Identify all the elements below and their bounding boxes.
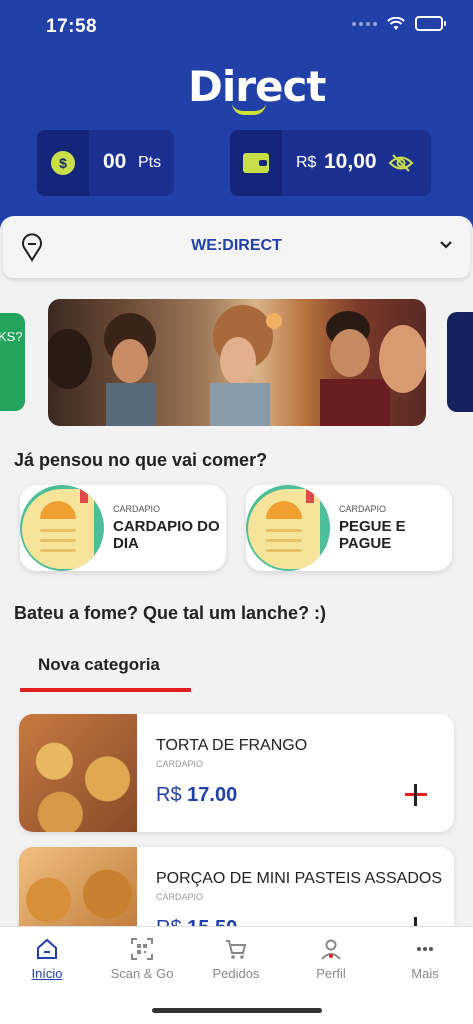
eye-off-icon[interactable]: [388, 152, 414, 174]
product-category: CARDAPIO: [156, 892, 204, 902]
points-value: 00: [103, 150, 127, 173]
product-price: R$ 17.00: [156, 784, 238, 806]
menu-icon: [20, 485, 104, 571]
signal-icon: [352, 21, 377, 26]
product-category: CARDAPIO: [156, 759, 204, 769]
product-card[interactable]: TORTA DE FRANGO CARDAPIO R$ 17.00: [19, 714, 454, 832]
wallet-card[interactable]: R$ 10,00: [230, 130, 431, 196]
product-name: TORTA DE FRANGO: [156, 737, 308, 754]
menu-card-kicker: CARDAPIO: [339, 504, 387, 514]
tab-active-indicator: [20, 688, 191, 692]
points-unit: Pts: [138, 154, 162, 171]
status-time: 17:58: [46, 16, 98, 37]
banner-prev-text: KS?: [0, 329, 23, 344]
home-indicator: [152, 1008, 322, 1013]
points-card[interactable]: $ 00 Pts: [37, 130, 174, 196]
location-name: WE:DIRECT: [191, 237, 282, 254]
menu-card-pegue-e-pague[interactable]: CARDAPIO PEGUE E PAGUE: [246, 485, 452, 571]
status-icons: [352, 16, 446, 31]
banner-people-illustration: [48, 305, 426, 426]
section-title-menu: Já pensou no que vai comer?: [14, 450, 268, 470]
tab-perfil[interactable]: Perfil: [284, 937, 378, 981]
menu-card-title: CARDAPIO DO DIA: [113, 518, 220, 552]
cart-icon: [226, 940, 247, 959]
banner-prev[interactable]: KS?: [0, 313, 25, 411]
location-selector[interactable]: WE:DIRECT: [3, 216, 470, 278]
balance-value: 10,00: [324, 150, 377, 173]
product-image: [19, 714, 137, 832]
menu-icon: [246, 485, 330, 571]
menu-card-kicker: CARDAPIO: [113, 504, 161, 514]
chevron-down-icon: [440, 241, 452, 249]
add-to-cart-plus-icon[interactable]: [405, 784, 427, 806]
tab-label: Scan & Go: [110, 966, 174, 981]
banner-image[interactable]: [48, 299, 426, 426]
status-bar: 17:58: [0, 0, 473, 52]
wifi-icon: [387, 16, 405, 30]
tab-pedidos[interactable]: Pedidos: [189, 937, 283, 981]
home-icon: [37, 938, 57, 959]
menu-card-title: PEGUE E PAGUE: [339, 518, 406, 552]
tab-label: Pedidos: [212, 966, 260, 981]
qr-scan-icon: [131, 938, 153, 960]
banner-next[interactable]: [447, 312, 473, 412]
dollar-coin-icon: $: [51, 151, 75, 175]
tab-label: Mais: [411, 966, 439, 981]
section-title-snack: Bateu a fome? Que tal um lanche? :): [14, 603, 327, 623]
tab-nova-categoria[interactable]: Nova categoria: [38, 655, 160, 675]
tab-mais[interactable]: Mais: [378, 937, 472, 981]
tab-label: Perfil: [316, 966, 346, 981]
tab-inicio[interactable]: Início: [0, 937, 94, 981]
user-icon: [321, 939, 341, 960]
more-dots-icon: [417, 947, 433, 951]
wallet-icon: [243, 153, 269, 173]
battery-icon: [415, 16, 446, 31]
menu-card-cardapio-do-dia[interactable]: CARDAPIO CARDAPIO DO DIA: [20, 485, 226, 571]
logo-smile: [232, 103, 266, 115]
product-name: PORÇAO DE MINI PASTEIS ASSADOS: [156, 870, 442, 887]
tab-label: Início: [31, 966, 63, 981]
tab-scan-go[interactable]: Scan & Go: [95, 937, 189, 981]
balance-currency: R$: [296, 154, 317, 171]
